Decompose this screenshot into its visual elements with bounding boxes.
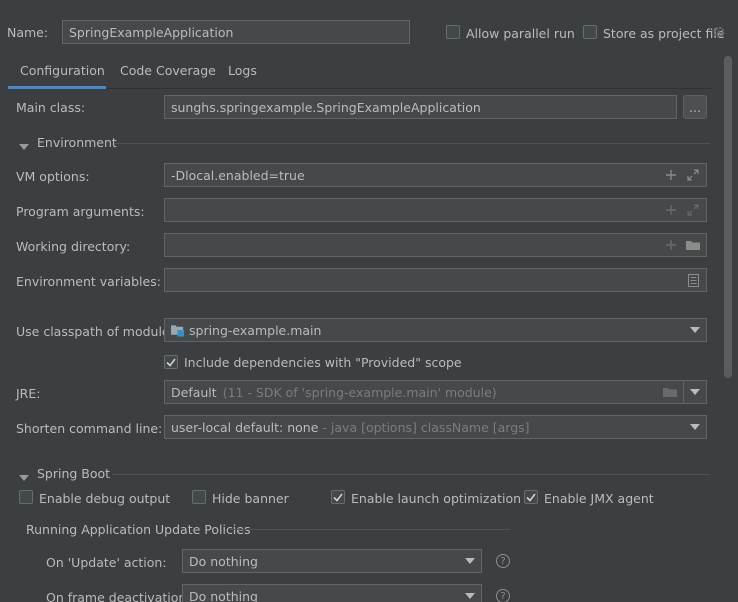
debug-output-label: Enable debug output [39,491,171,506]
environment-collapse-icon[interactable] [19,140,29,155]
browse-main-class-button[interactable]: ... [683,95,707,119]
chevron-down-icon [465,558,475,564]
include-deps-label: Include dependencies with "Provided" sco… [184,355,462,370]
tab-code-coverage[interactable]: Code Coverage [120,63,216,78]
classpath-module-label: Use classpath of module: [16,324,174,339]
name-input[interactable]: SpringExampleApplication [62,20,410,44]
include-deps-checkbox[interactable] [164,355,178,369]
jre-dropdown-button[interactable] [683,380,707,404]
launch-optimization-checkbox[interactable] [331,490,345,504]
jre-select[interactable]: Default (11 - SDK of 'spring-example.mai… [164,380,684,404]
store-project-checkbox[interactable] [583,25,597,39]
classpath-module-value: spring-example.main [189,322,322,338]
folder-icon[interactable] [686,238,700,252]
store-project-label: Store as project file [603,26,725,41]
vm-options-label: VM options: [16,169,90,184]
allow-parallel-checkbox[interactable] [446,25,460,39]
working-directory-label: Working directory: [16,239,131,254]
on-frame-deactivation-select[interactable]: Do nothing [182,584,482,602]
on-update-select[interactable]: Do nothing [182,549,482,573]
tab-configuration[interactable]: Configuration [20,63,105,78]
environment-divider [115,143,710,144]
tab-logs[interactable]: Logs [228,63,257,78]
jre-value: Default [171,384,217,400]
debug-output-checkbox[interactable] [19,490,33,504]
expand-icon[interactable] [686,203,700,217]
environment-variables-label: Environment variables: [16,274,161,289]
document-icon[interactable] [686,273,700,287]
shorten-command-select[interactable]: user-local default: none - java [options… [164,415,707,439]
program-arguments-label: Program arguments: [16,204,145,219]
on-frame-deactivation-label: On frame deactivation: [46,590,191,602]
working-directory-input[interactable] [164,233,707,257]
chevron-down-icon [690,424,700,430]
spring-boot-collapse-icon[interactable] [19,471,29,486]
update-policies-divider [230,529,510,530]
update-policies-title: Running Application Update Policies [26,522,251,537]
help-icon[interactable]: ? [496,554,510,568]
on-update-value: Do nothing [189,553,258,569]
spring-boot-divider [112,474,710,475]
jre-label: JRE: [16,386,41,401]
shorten-command-value: user-local default: none [171,419,319,435]
expand-icon[interactable] [686,168,700,182]
hide-banner-label: Hide banner [212,491,289,506]
help-icon[interactable]: ? [496,589,510,602]
active-tab-indicator [8,86,106,89]
plus-icon[interactable] [664,168,678,182]
jmx-agent-label: Enable JMX agent [544,491,654,506]
environment-variables-input[interactable] [164,268,707,292]
environment-section-title: Environment [37,135,117,150]
jre-hint: (11 - SDK of 'spring-example.main' modul… [222,384,497,400]
vm-options-value: -Dlocal.enabled=true [171,167,305,183]
launch-optimization-label: Enable launch optimization [351,491,522,506]
name-input-value: SpringExampleApplication [69,24,234,40]
hide-banner-checkbox[interactable] [192,490,206,504]
main-class-input[interactable]: sunghs.springexample.SpringExampleApplic… [164,95,677,119]
plus-icon[interactable] [664,238,678,252]
jmx-agent-checkbox[interactable] [524,490,538,504]
on-frame-deactivation-value: Do nothing [189,588,258,602]
name-label: Name: [7,25,49,40]
classpath-module-select[interactable]: spring-example.main [164,318,707,342]
on-update-label: On 'Update' action: [46,555,167,570]
program-arguments-input[interactable] [164,198,707,222]
spring-boot-section-title: Spring Boot [37,466,111,481]
plus-icon[interactable] [664,203,678,217]
main-class-value: sunghs.springexample.SpringExampleApplic… [171,99,481,115]
vertical-scrollbar[interactable] [724,56,732,378]
folder-icon[interactable] [663,385,677,399]
shorten-command-label: Shorten command line: [16,421,163,436]
chevron-down-icon [465,593,475,599]
chevron-down-icon [690,389,700,395]
allow-parallel-label: Allow parallel run [466,26,575,41]
tabs-divider [8,88,712,89]
module-folder-icon [171,323,185,337]
vm-options-input[interactable]: -Dlocal.enabled=true [164,163,707,187]
shorten-command-hint: - java [options] className [args] [322,419,530,435]
gear-icon[interactable] [712,25,726,39]
chevron-down-icon [690,327,700,333]
main-class-label: Main class: [16,100,86,115]
